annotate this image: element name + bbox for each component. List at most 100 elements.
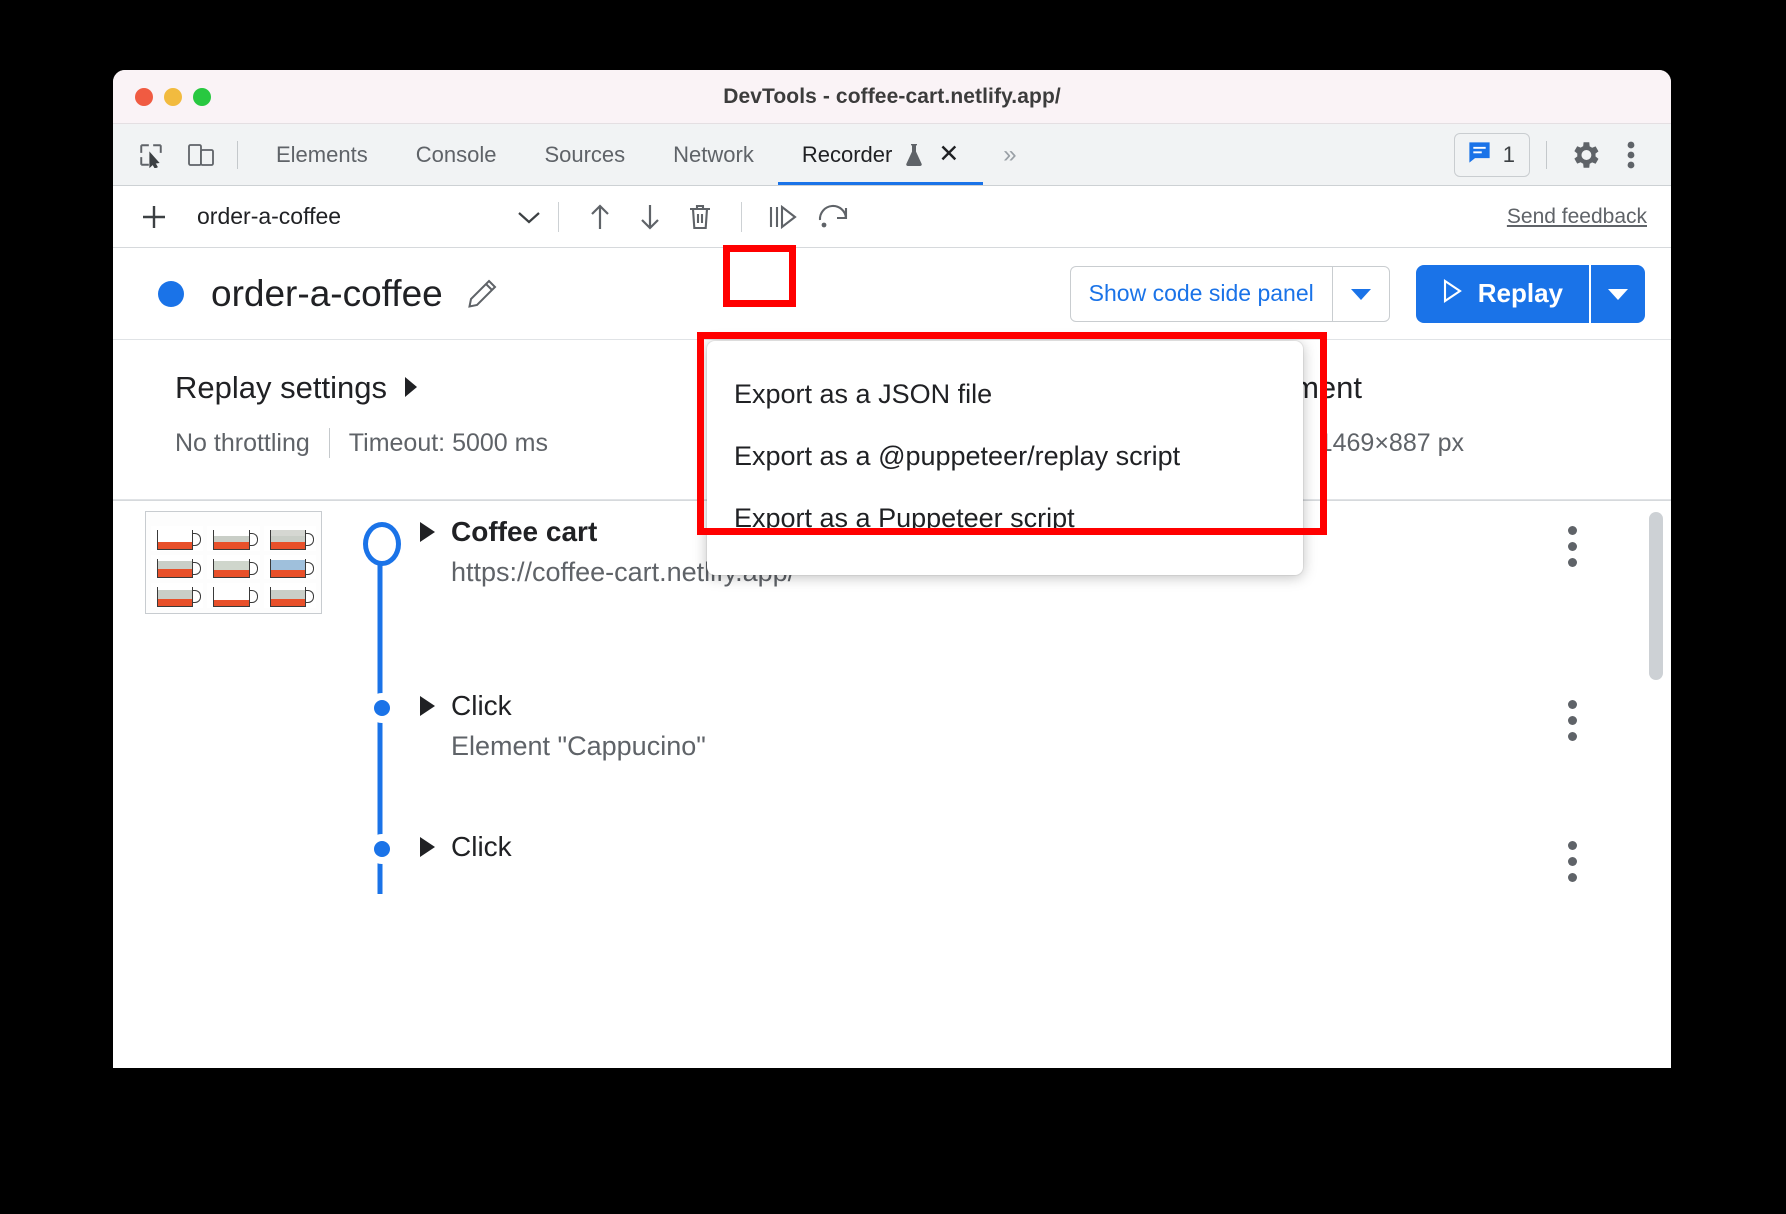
replay-settings-toggle[interactable]: Replay settings <box>175 370 548 406</box>
pencil-icon[interactable] <box>465 277 499 311</box>
devtools-tabbar: Elements Console Sources Network Recorde… <box>113 124 1671 186</box>
close-tab-icon[interactable]: ✕ <box>938 142 959 167</box>
gear-icon[interactable] <box>1563 133 1607 177</box>
step-row[interactable]: Click <box>113 809 1671 894</box>
export-dropdown-menu: Export as a JSON file Export as a @puppe… <box>707 341 1303 575</box>
step-row[interactable]: Click Element "Cappucino" <box>113 668 1671 809</box>
steps-scrollbar-track[interactable] <box>1649 512 1663 894</box>
devtools-window: DevTools - coffee-cart.netlify.app/ Elem… <box>113 70 1671 1068</box>
step-title: Click <box>451 831 512 862</box>
timeline-line <box>377 668 383 809</box>
recording-status-dot <box>158 280 184 307</box>
device-toolbar-icon[interactable] <box>179 133 223 177</box>
menu-item-export-json[interactable]: Export as a JSON file <box>707 363 1303 425</box>
timeline-node-start <box>363 522 401 566</box>
inspect-element-icon[interactable] <box>129 133 173 177</box>
step-header[interactable]: Click <box>420 690 1671 722</box>
experiment-flask-icon <box>904 142 924 168</box>
replay-button[interactable]: Replay <box>1415 264 1645 323</box>
close-window-button[interactable] <box>135 87 153 106</box>
chevron-right-icon <box>403 370 419 406</box>
devtools-toolbar-right: 1 <box>1453 124 1653 185</box>
timeline-node-step <box>367 693 397 723</box>
window-titlebar: DevTools - coffee-cart.netlify.app/ <box>113 70 1671 124</box>
step-over-icon[interactable] <box>758 194 808 240</box>
chevron-down-icon[interactable] <box>516 209 542 225</box>
step-actions-icon[interactable] <box>1564 837 1581 886</box>
replay-chevron-down-icon[interactable] <box>1591 265 1645 323</box>
tab-elements[interactable]: Elements <box>252 124 392 185</box>
timeline-node-step <box>367 834 397 864</box>
recording-title: order-a-coffee <box>211 272 443 314</box>
step-screenshot-thumbnail <box>145 511 322 614</box>
tab-label: Network <box>673 141 754 167</box>
timeout-value: Timeout: 5000 ms <box>348 428 548 457</box>
add-recording-icon[interactable] <box>131 194 177 240</box>
step-title: Click <box>451 690 512 721</box>
menu-item-export-puppeteer[interactable]: Export as a Puppeteer script <box>707 487 1303 549</box>
throttling-value: No throttling <box>175 428 310 457</box>
step-actions-icon[interactable] <box>1564 522 1581 571</box>
window-title: DevTools - coffee-cart.netlify.app/ <box>723 84 1061 108</box>
issues-icon <box>1466 139 1493 171</box>
replay-button-label: Replay <box>1477 278 1563 308</box>
delete-recording-icon[interactable] <box>675 194 725 240</box>
step-actions-icon[interactable] <box>1564 696 1581 745</box>
step-timeline <box>342 668 420 809</box>
more-tabs-icon[interactable]: » <box>983 141 1036 169</box>
import-recording-icon[interactable] <box>575 194 625 240</box>
issues-button[interactable]: 1 <box>1453 132 1530 177</box>
step-timeline <box>342 809 420 894</box>
code-panel-chevron-down-icon[interactable] <box>1333 267 1389 321</box>
tab-network[interactable]: Network <box>649 124 778 185</box>
issues-count: 1 <box>1502 141 1515 167</box>
code-panel-label[interactable]: Show code side panel <box>1071 280 1332 307</box>
expand-step-triangle-icon[interactable] <box>420 522 435 542</box>
tab-console[interactable]: Console <box>392 124 521 185</box>
steps-scrollbar-thumb[interactable] <box>1649 512 1663 680</box>
step-thumbnail-column <box>145 668 342 809</box>
environment-viewport: 1469×887 px <box>1318 428 1464 457</box>
step-title: Coffee cart <box>451 516 598 547</box>
tab-sources[interactable]: Sources <box>520 124 649 185</box>
menu-item-export-puppeteer-replay[interactable]: Export as a @puppeteer/replay script <box>707 425 1303 487</box>
recording-selector-label[interactable]: order-a-coffee <box>197 203 341 230</box>
kebab-menu-icon[interactable] <box>1609 133 1653 177</box>
toolbar-divider-right <box>1546 140 1547 169</box>
send-feedback-link[interactable]: Send feedback <box>1507 205 1647 229</box>
tab-label: Elements <box>276 141 368 167</box>
tab-recorder[interactable]: Recorder ✕ <box>777 124 984 185</box>
step-subtitle: Element "Cappucino" <box>451 731 706 761</box>
recording-header-actions: Show code side panel Replay <box>1069 264 1645 323</box>
step-header[interactable]: Click <box>420 831 1671 863</box>
tab-label: Recorder <box>801 141 893 167</box>
replay-again-icon[interactable] <box>808 194 858 240</box>
tab-label: Sources <box>544 141 626 167</box>
step-timeline <box>342 500 420 668</box>
recorder-toolbar-divider <box>558 201 560 232</box>
expand-step-triangle-icon[interactable] <box>420 837 435 857</box>
screenshot-root: DevTools - coffee-cart.netlify.app/ Elem… <box>0 0 1786 1214</box>
replay-button-main[interactable]: Replay <box>1416 265 1589 323</box>
recorder-toolbar: order-a-coffee Send feedback <box>113 186 1671 248</box>
maximize-window-button[interactable] <box>193 87 211 106</box>
recorder-actions <box>575 194 858 240</box>
code-panel-button[interactable]: Show code side panel <box>1069 265 1390 322</box>
replay-settings-title: Replay settings <box>175 370 387 405</box>
traffic-light-buttons <box>135 87 211 106</box>
devtools-tabs: Elements Console Sources Network Recorde… <box>252 124 984 185</box>
minimize-window-button[interactable] <box>164 87 182 106</box>
expand-step-triangle-icon[interactable] <box>420 696 435 716</box>
tab-label: Console <box>415 141 497 167</box>
step-content: Click Element "Cappucino" <box>420 668 1671 809</box>
replay-settings-summary: No throttling Timeout: 5000 ms <box>175 428 548 458</box>
devtools-tool-icons <box>129 133 223 177</box>
recorder-toolbar-divider-2 <box>741 201 743 232</box>
replay-settings-section: Replay settings No throttling Timeout: 5… <box>113 370 548 499</box>
recording-header: order-a-coffee Show code side panel Repl… <box>113 248 1671 340</box>
play-triangle-icon <box>1440 278 1464 309</box>
step-thumbnail-column <box>145 809 342 894</box>
export-recording-icon[interactable] <box>625 194 675 240</box>
summary-divider <box>328 428 330 458</box>
step-content: Click <box>420 809 1671 894</box>
